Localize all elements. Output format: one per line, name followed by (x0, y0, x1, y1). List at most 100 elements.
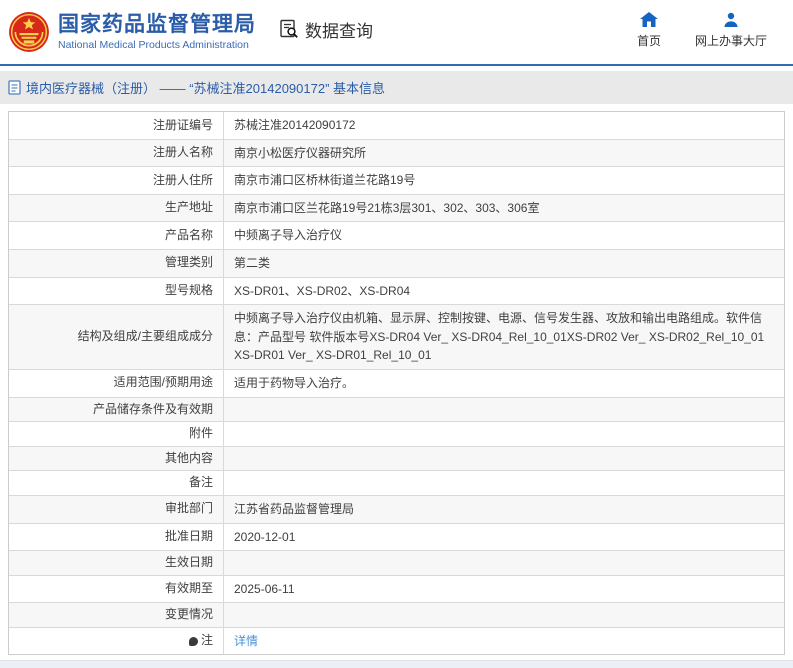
national-emblem-icon (9, 12, 49, 52)
table-row: 注册证编号 苏械注准20142090172 (9, 112, 784, 139)
table-row: 产品名称 中频离子导入治疗仪 (9, 221, 784, 249)
row-label: 结构及组成/主要组成成分 (77, 329, 213, 344)
row-value-cell: 详情 (224, 628, 784, 655)
header-nav: 首页 网上办事大厅 (636, 11, 781, 49)
row-value: 适用于药物导入治疗。 (234, 375, 355, 390)
table-row: 注 详情 (9, 626, 784, 655)
row-label-cell: 生产地址 (9, 194, 224, 222)
table-row: 生产地址 南京市浦口区兰花路19号21栋3层301、302、303、306室 (9, 193, 784, 222)
row-label: 型号规格 (164, 283, 213, 298)
row-label-cell: 型号规格 (9, 277, 224, 305)
table-row: 审批部门 江苏省药品监督管理局 (9, 494, 784, 523)
row-value: 江苏省药品监督管理局 (234, 501, 355, 516)
row-label-cell: 产品名称 (9, 222, 224, 249)
row-label: 附件 (188, 426, 213, 441)
row-value-cell (224, 398, 784, 422)
nav-service-hall[interactable]: 网上办事大厅 (695, 12, 767, 49)
row-label-cell: 批准日期 (9, 523, 224, 551)
info-table: 注册证编号 苏械注准20142090172 注册人名称 南京小松医疗仪器研究所 … (8, 111, 785, 656)
row-label: 其他内容 (164, 450, 213, 465)
row-label: 产品名称 (164, 227, 213, 242)
row-value: 2025-06-11 (234, 581, 295, 596)
table-row: 其他内容 (9, 445, 784, 471)
row-label: 适用范围/预期用途 (113, 375, 213, 390)
row-label-cell: 附件 (9, 422, 224, 446)
org-name-en: National Medical Products Administration (58, 39, 249, 52)
nav-home[interactable]: 首页 (636, 11, 661, 49)
table-row: 备注 (9, 470, 784, 495)
row-value-cell (224, 447, 784, 471)
row-value: 南京小松医疗仪器研究所 (234, 145, 367, 160)
row-value-cell: XS-DR01、XS-DR02、XS-DR04 (224, 278, 784, 305)
row-value: 第二类 (234, 255, 271, 270)
data-query-icon (280, 19, 298, 38)
row-value-cell (224, 471, 784, 495)
row-label: 注册证编号 (152, 117, 213, 132)
row-value: 南京市浦口区桥林街道兰花路19号 (234, 173, 416, 188)
row-label-cell: 有效期至 (9, 575, 224, 603)
row-label: 变更情况 (164, 607, 213, 622)
row-value-cell (224, 422, 784, 446)
row-value: 2020-12-01 (234, 529, 296, 544)
row-label-cell: 其他内容 (9, 446, 224, 471)
row-label-cell: 注册人名称 (9, 139, 224, 167)
breadcrumb-text: 境内医疗器械（注册） —— “苏械注准20142090172” 基本信息 (26, 81, 386, 96)
table-row: 注册人名称 南京小松医疗仪器研究所 (9, 138, 784, 167)
row-label-cell: 适用范围/预期用途 (9, 369, 224, 397)
table-row: 型号规格 XS-DR01、XS-DR02、XS-DR04 (9, 276, 784, 305)
row-value-cell: 第二类 (224, 250, 784, 277)
table-row: 变更情况 (9, 602, 784, 627)
nmpa-brand: 国家药品监督管理局 National Medical Products Admi… (8, 11, 256, 53)
row-label-cell: 注册证编号 (9, 112, 224, 139)
table-row: 附件 (9, 421, 784, 446)
data-query-entry[interactable]: 数据查询 (278, 17, 373, 42)
breadcrumb: 境内医疗器械（注册） —— “苏械注准20142090172” 基本信息 (0, 71, 793, 104)
row-label-cell: 注 (9, 627, 224, 655)
row-label-cell: 备注 (9, 471, 224, 495)
row-value: 详情 (234, 632, 772, 651)
header-divider (0, 64, 793, 66)
nav-home-label: 首页 (636, 33, 661, 48)
row-value: XS-DR01、XS-DR02、XS-DR04 (234, 283, 411, 298)
user-icon (724, 12, 738, 27)
row-label-cell: 变更情况 (9, 603, 224, 627)
row-value-cell: 江苏省药品监督管理局 (224, 496, 784, 523)
section-title: 数据查询 (305, 21, 373, 41)
row-label-cell: 审批部门 (9, 495, 224, 523)
row-label: 注册人名称 (152, 145, 213, 160)
row-label-cell: 生效日期 (9, 551, 224, 575)
table-row: 结构及组成/主要组成成分 中频离子导入治疗仪由机箱、显示屏、控制按键、电源、信号… (9, 304, 784, 369)
table-row: 注册人住所 南京市浦口区桥林街道兰花路19号 (9, 166, 784, 194)
table-row: 有效期至 2025-06-11 (9, 574, 784, 603)
home-icon (639, 11, 658, 27)
row-label: 管理类别 (164, 255, 213, 270)
detail-link[interactable]: 详情 (234, 634, 258, 648)
row-value: 苏械注准20142090172 (234, 118, 356, 132)
row-value-cell: 中频离子导入治疗仪 (224, 222, 784, 249)
footer-strip (0, 660, 793, 668)
row-label: 审批部门 (164, 501, 213, 516)
row-label-cell: 产品储存条件及有效期 (9, 397, 224, 422)
row-value-cell (224, 603, 784, 627)
row-value-cell: 适用于药物导入治疗。 (224, 370, 784, 397)
note-bullet-icon (188, 636, 198, 646)
page-header: 国家药品监督管理局 National Medical Products Admi… (0, 0, 793, 64)
table-row: 适用范围/预期用途 适用于药物导入治疗。 (9, 368, 784, 397)
row-value: 南京市浦口区兰花路19号21栋3层301、302、303、306室 (234, 200, 540, 215)
row-value-cell: 南京小松医疗仪器研究所 (224, 140, 784, 167)
table-row: 管理类别 第二类 (9, 248, 784, 277)
row-value-cell: 2020-12-01 (224, 524, 784, 551)
row-value-cell: 苏械注准20142090172 (224, 112, 784, 139)
row-value: 中频离子导入治疗仪由机箱、显示屏、控制按键、电源、信号发生器、攻放和输出电路组成… (234, 311, 765, 363)
row-label: 生产地址 (164, 200, 213, 215)
row-label-cell: 注册人住所 (9, 167, 224, 194)
row-label: 备注 (188, 475, 213, 490)
row-value-cell (224, 551, 784, 575)
table-row: 产品储存条件及有效期 (9, 396, 784, 422)
row-label-cell: 管理类别 (9, 249, 224, 277)
row-label: 产品储存条件及有效期 (92, 401, 213, 416)
row-value-cell: 2025-06-11 (224, 576, 784, 603)
row-value-cell: 南京市浦口区兰花路19号21栋3层301、302、303、306室 (224, 195, 784, 222)
org-name-cn: 国家药品监督管理局 (58, 12, 256, 36)
row-value-cell: 南京市浦口区桥林街道兰花路19号 (224, 167, 784, 194)
